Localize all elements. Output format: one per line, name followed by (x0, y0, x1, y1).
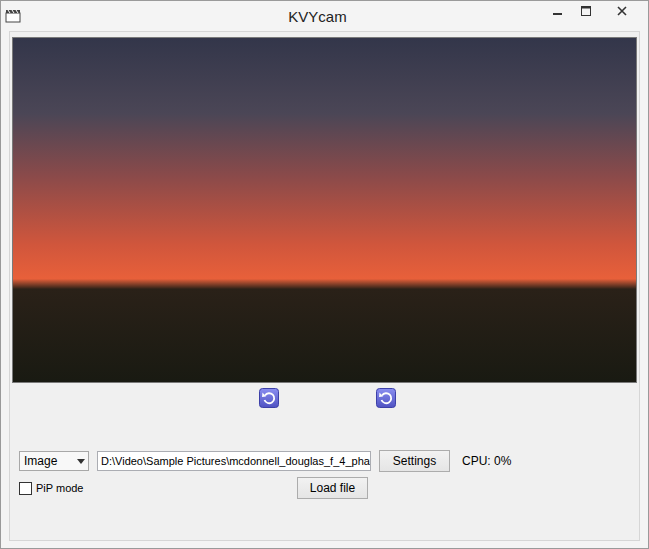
checkbox-box[interactable] (19, 482, 32, 495)
client-area: Image D:\Video\Sample Pictures\mcdonnell_… (9, 31, 640, 541)
minimize-icon (553, 6, 563, 16)
rotate-row (12, 383, 637, 413)
rotate-right-button[interactable] (375, 387, 397, 409)
source-select[interactable]: Image (19, 451, 89, 471)
pip-checkbox[interactable]: PiP mode (19, 482, 89, 495)
rotate-right-icon (376, 388, 396, 408)
path-field[interactable]: D:\Video\Sample Pictures\mcdonnell_dougl… (97, 451, 371, 471)
maximize-icon (581, 6, 591, 16)
load-file-button[interactable]: Load file (297, 477, 368, 499)
video-preview (12, 37, 637, 383)
maximize-button[interactable] (572, 1, 600, 21)
rotate-left-icon (259, 388, 279, 408)
controls-panel: Image D:\Video\Sample Pictures\mcdonnell_… (12, 413, 637, 499)
settings-button[interactable]: Settings (379, 450, 450, 472)
app-window: KVYcam Image D:\Video\Sample Pictures\mcdo… (0, 0, 649, 549)
rotate-left-button[interactable] (258, 387, 280, 409)
window-controls (544, 1, 644, 21)
window-title: KVYcam (21, 8, 544, 25)
app-icon (5, 9, 21, 23)
title-bar: KVYcam (1, 1, 648, 31)
close-button[interactable] (600, 1, 644, 21)
close-icon (617, 6, 627, 16)
minimize-button[interactable] (544, 1, 572, 21)
dropdown-arrow-icon (77, 459, 85, 464)
cpu-label: CPU: 0% (458, 454, 637, 468)
